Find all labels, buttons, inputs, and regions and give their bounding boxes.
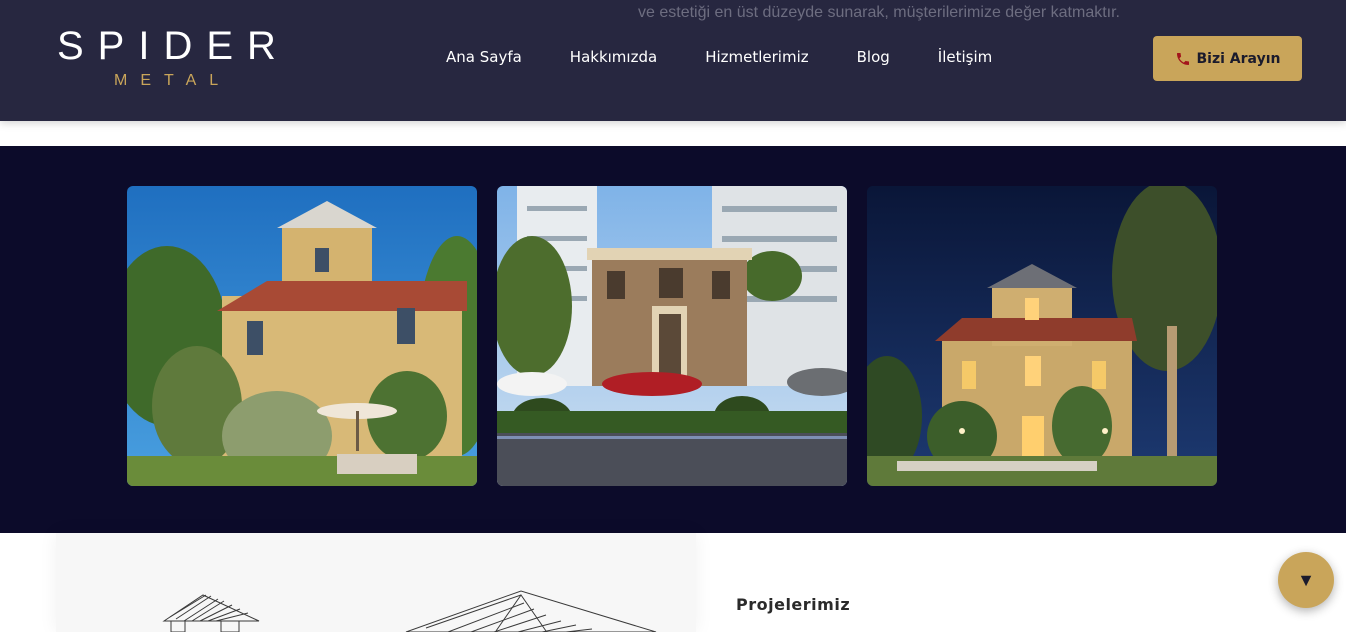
- nav-item-iletisim[interactable]: İletişim: [938, 48, 992, 66]
- project-gallery: [0, 146, 1346, 533]
- nav-item-hakkimizda[interactable]: Hakkımızda: [570, 48, 657, 66]
- nav-item-ana-sayfa[interactable]: Ana Sayfa: [446, 48, 522, 66]
- logo-main-text: SPIDER: [57, 24, 290, 68]
- gallery-image-villa-day[interactable]: [127, 186, 477, 486]
- chevron-down-icon: ▼: [1297, 570, 1315, 590]
- gallery-image-villa-night[interactable]: [867, 186, 1217, 486]
- nav-item-blog[interactable]: Blog: [857, 48, 890, 66]
- projects-section: Projelerimiz: [0, 533, 1346, 632]
- scroll-down-button[interactable]: ▼: [1278, 552, 1334, 608]
- villa-night-image: [867, 186, 1217, 486]
- logo[interactable]: SPIDER METAL: [57, 26, 287, 90]
- projects-image-card: [56, 533, 696, 632]
- nav-item-hizmetlerimiz[interactable]: Hizmetlerimiz: [705, 48, 808, 66]
- logo-sub-text: METAL: [114, 72, 232, 89]
- scrolled-paragraph-text: ve estetiği en üst düzeyde sunarak, müşt…: [638, 4, 1120, 21]
- house-sketch-image: [162, 590, 657, 632]
- call-button-label: Bizi Arayın: [1196, 50, 1281, 67]
- site-header: ve estetiği en üst düzeyde sunarak, müşt…: [0, 0, 1346, 121]
- phone-icon: [1176, 52, 1189, 65]
- main-nav: Ana Sayfa Hakkımızda Hizmetlerimiz Blog …: [446, 48, 992, 66]
- villa-day-image: [127, 186, 477, 486]
- historic-house-image: [497, 186, 847, 486]
- projects-title: Projelerimiz: [736, 595, 851, 614]
- call-us-button[interactable]: Bizi Arayın: [1153, 36, 1302, 81]
- gallery-image-historic-house[interactable]: [497, 186, 847, 486]
